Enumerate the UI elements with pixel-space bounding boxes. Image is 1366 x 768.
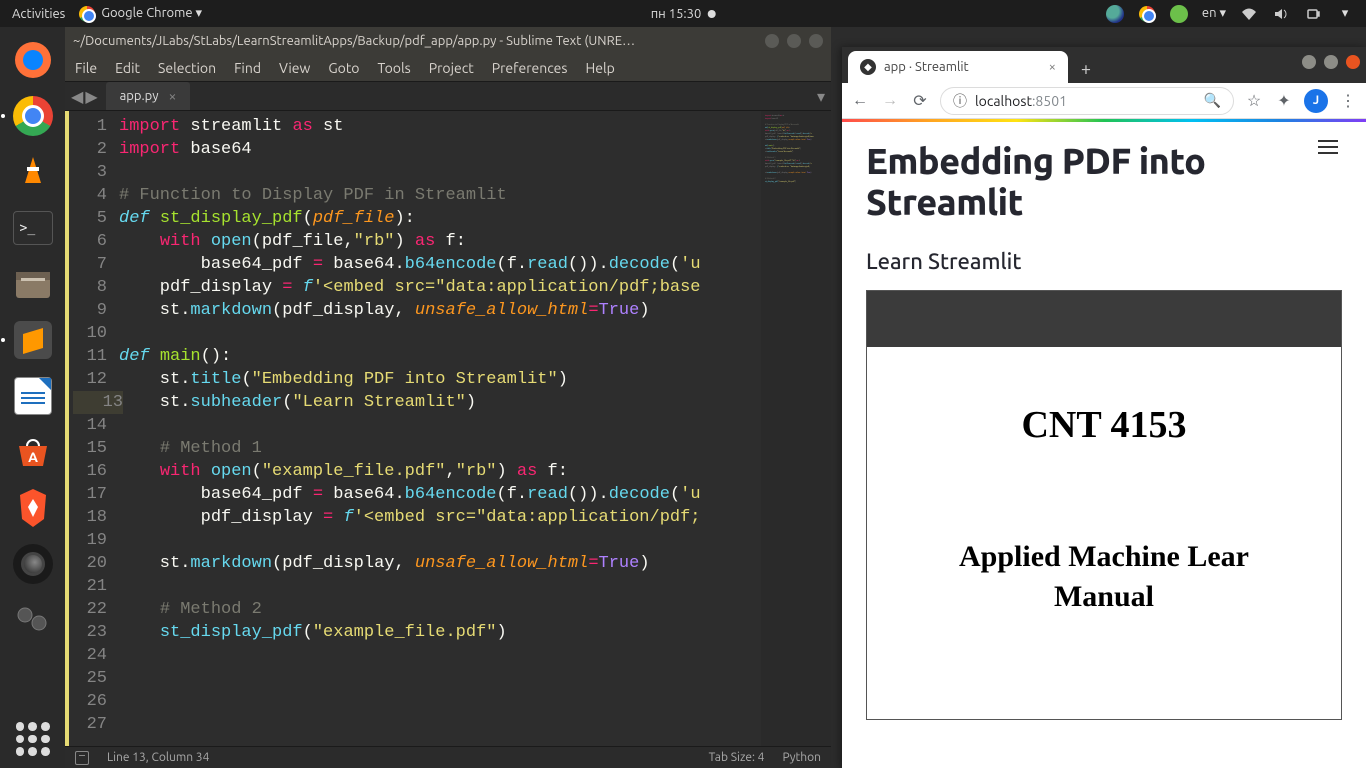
notification-dot-icon: [707, 10, 715, 18]
dock-brave[interactable]: [8, 483, 58, 533]
page-subheader: Learn Streamlit: [866, 249, 1342, 274]
menu-goto[interactable]: Goto: [328, 60, 359, 76]
dock-ubuntu-software[interactable]: A: [8, 427, 58, 477]
chrome-menu-icon[interactable]: ⋮: [1338, 91, 1358, 110]
tab-dropdown-icon[interactable]: ▾: [817, 87, 825, 106]
chrome-minimize-button[interactable]: [1302, 55, 1316, 69]
chrome-maximize-button[interactable]: [1324, 55, 1338, 69]
chrome-tray-icon[interactable]: [1138, 5, 1156, 23]
close-tab-icon[interactable]: ×: [1049, 60, 1056, 74]
menu-edit[interactable]: Edit: [115, 60, 140, 76]
status-ok-icon[interactable]: [1170, 5, 1188, 23]
site-info-icon[interactable]: ⓘ: [953, 91, 967, 111]
menu-view[interactable]: View: [279, 60, 310, 76]
launcher-dock: >_ A: [0, 27, 65, 768]
tab-size[interactable]: Tab Size: 4: [709, 751, 765, 764]
browser-tab[interactable]: ◆ app · Streamlit ×: [848, 51, 1068, 83]
close-tab-icon[interactable]: ×: [169, 88, 177, 104]
power-menu-icon[interactable]: ▾: [1336, 5, 1354, 23]
zoom-icon[interactable]: 🔍: [1204, 92, 1221, 109]
tray-app-icon[interactable]: [1106, 5, 1124, 23]
chrome-tabstrip: ◆ app · Streamlit × +: [842, 47, 1366, 83]
extensions-icon[interactable]: ✦: [1274, 91, 1294, 110]
maximize-button[interactable]: [787, 34, 801, 48]
chrome-close-button[interactable]: [1346, 55, 1360, 69]
keyboard-layout[interactable]: en ▾: [1202, 6, 1226, 21]
chrome-icon: [79, 6, 95, 22]
omnibox[interactable]: ⓘ localhost:8501 🔍: [940, 87, 1234, 115]
gnome-top-bar: Activities Google Chrome ▾ пн 15:30 en ▾…: [0, 0, 1366, 27]
reload-icon[interactable]: ⟳: [910, 91, 930, 110]
pdf-embed[interactable]: CNT 4153 Applied Machine LearManual: [866, 290, 1342, 720]
dock-sublime[interactable]: [8, 315, 58, 365]
pdf-page: CNT 4153 Applied Machine LearManual: [867, 347, 1341, 719]
cursor-position[interactable]: Line 13, Column 34: [107, 751, 209, 764]
forward-icon: →: [880, 91, 900, 110]
menu-project[interactable]: Project: [429, 60, 474, 76]
show-applications-button[interactable]: [16, 722, 50, 756]
syntax-mode[interactable]: Python: [782, 751, 821, 764]
editor-tab[interactable]: app.py×: [106, 82, 191, 110]
clock[interactable]: пн 15:30: [651, 7, 716, 21]
streamlit-page: Embedding PDF into Streamlit Learn Strea…: [842, 122, 1366, 768]
activities-button[interactable]: Activities: [12, 7, 65, 21]
svg-text:A: A: [28, 449, 38, 465]
dock-vlc[interactable]: [8, 147, 58, 197]
minimize-button[interactable]: [765, 34, 779, 48]
nav-back-icon[interactable]: ◀: [71, 87, 83, 106]
volume-icon[interactable]: [1272, 5, 1290, 23]
menu-selection[interactable]: Selection: [158, 60, 216, 76]
menu-preferences[interactable]: Preferences: [492, 60, 568, 76]
line-number-gutter: 1234567891011121314151617181920212223242…: [69, 111, 119, 746]
close-button[interactable]: [809, 34, 823, 48]
active-app-menu[interactable]: Google Chrome ▾: [79, 6, 202, 22]
wifi-icon[interactable]: [1240, 5, 1258, 23]
editor-area[interactable]: 1234567891011121314151617181920212223242…: [65, 111, 831, 746]
menu-file[interactable]: File: [75, 60, 97, 76]
nav-forward-icon[interactable]: ▶: [85, 87, 97, 106]
menu-find[interactable]: Find: [234, 60, 261, 76]
profile-avatar[interactable]: J: [1304, 89, 1328, 113]
sublime-titlebar[interactable]: ~/Documents/JLabs/StLabs/LearnStreamlitA…: [65, 27, 831, 55]
battery-icon[interactable]: [1304, 5, 1322, 23]
dock-settings[interactable]: [8, 595, 58, 645]
menu-tools[interactable]: Tools: [378, 60, 411, 76]
dock-terminal[interactable]: >_: [8, 203, 58, 253]
minimap[interactable]: import streamlit as stimport base64 # Fu…: [761, 111, 831, 746]
code-content[interactable]: import streamlit as stimport base64 # Fu…: [119, 111, 761, 746]
dock-files[interactable]: [8, 259, 58, 309]
sidebar-toggle-icon[interactable]: [75, 751, 89, 765]
streamlit-favicon-icon: ◆: [860, 59, 876, 75]
dock-chrome[interactable]: [8, 91, 58, 141]
back-icon[interactable]: ←: [850, 91, 870, 110]
streamlit-menu-icon[interactable]: [1318, 140, 1338, 154]
menu-help[interactable]: Help: [585, 60, 614, 76]
bookmark-star-icon[interactable]: ☆: [1244, 91, 1264, 110]
page-title: Embedding PDF into Streamlit: [866, 140, 1342, 223]
sublime-window: ~/Documents/JLabs/StLabs/LearnStreamlitA…: [65, 27, 831, 768]
chrome-window: ◆ app · Streamlit × + ← → ⟳ ⓘ localhost:…: [842, 47, 1366, 768]
dock-obs[interactable]: [8, 539, 58, 589]
new-tab-button[interactable]: +: [1072, 55, 1100, 83]
sublime-menubar: File Edit Selection Find View Goto Tools Projec…: [65, 55, 831, 81]
dock-libreoffice-writer[interactable]: [8, 371, 58, 421]
pdf-toolbar[interactable]: [867, 291, 1341, 347]
chrome-toolbar: ← → ⟳ ⓘ localhost:8501 🔍 ☆ ✦ J ⋮: [842, 83, 1366, 119]
sublime-statusbar: Line 13, Column 34 Tab Size: 4 Python: [65, 746, 831, 768]
tab-bar: ◀▶ app.py× ▾: [65, 81, 831, 111]
dock-firefox[interactable]: [8, 35, 58, 85]
